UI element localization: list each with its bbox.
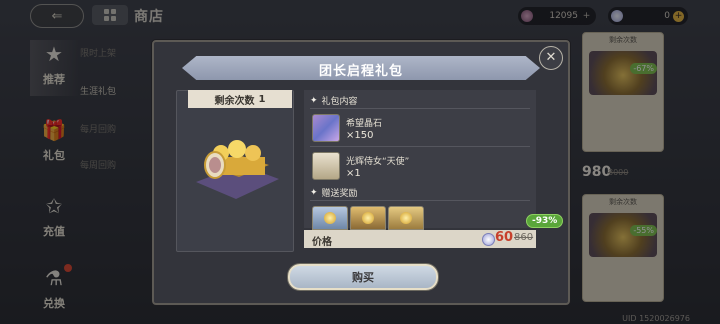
item-quantity: ×150 — [346, 130, 374, 141]
divider — [310, 108, 530, 109]
angel-portrait-icon[interactable] — [312, 152, 340, 180]
divider — [310, 200, 530, 201]
sparkle-icon: ✦ — [310, 95, 318, 106]
item-name: 希望晶石 — [346, 119, 383, 129]
close-button[interactable]: ✕ — [539, 46, 563, 70]
pack-artwork — [176, 90, 294, 252]
divider — [310, 146, 530, 147]
modal-title: 团长启程礼包 — [318, 64, 403, 79]
remaining-count: 剩余次数 1 — [188, 90, 292, 108]
blue-bonus-icon[interactable] — [312, 206, 348, 230]
gold-bonus-icon[interactable] — [350, 206, 386, 230]
modal-header: 团长启程礼包 — [182, 56, 540, 80]
contents-title-text: 礼包内容 — [321, 97, 358, 107]
remaining-value: 1 — [258, 93, 266, 105]
gift-pack-modal: 团长启程礼包 ✕ 剩余次数 1 ✦ 礼包内容 希望晶石 ×150 光辉侍女“天使… — [152, 40, 570, 305]
sparkle-icon: ✦ — [310, 187, 318, 198]
star-crystal-icon[interactable] — [312, 114, 340, 142]
pack-contents-panel: ✦ 礼包内容 希望晶石 ×150 光辉侍女“天使” ×1 ✦ 赠送奖励 — [304, 90, 536, 230]
remaining-label: 剩余次数 — [214, 95, 255, 107]
item-quantity: ×1 — [346, 168, 361, 179]
bonus-section-title: ✦ 赠送奖励 — [310, 186, 358, 200]
price-value: 60 — [495, 230, 514, 245]
treasure-chest-icon — [196, 140, 279, 199]
buy-button[interactable]: 购买 — [288, 264, 438, 290]
price-bar: 价格 60 860 — [304, 230, 536, 248]
price-label: 价格 — [312, 237, 332, 248]
item-name: 光辉侍女“天使” — [346, 157, 410, 167]
contents-section-title: ✦ 礼包内容 — [310, 94, 358, 108]
gold-bonus-icon[interactable] — [388, 206, 424, 230]
original-price: 860 — [514, 232, 534, 243]
discount-badge: -93% — [526, 214, 564, 228]
diamond-icon — [482, 233, 495, 246]
bonus-title-text: 赠送奖励 — [321, 189, 358, 199]
